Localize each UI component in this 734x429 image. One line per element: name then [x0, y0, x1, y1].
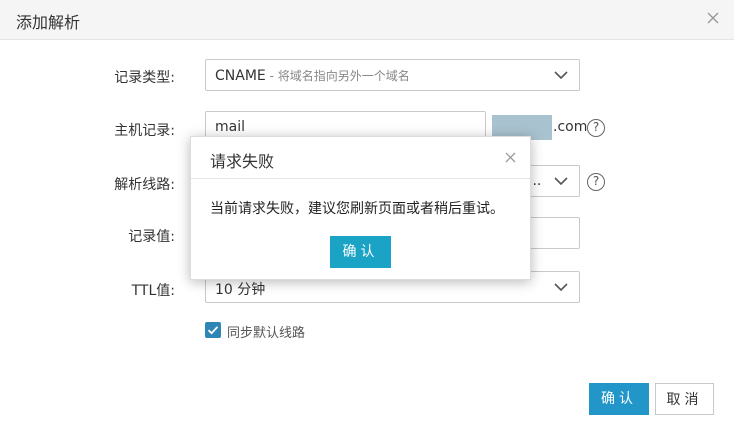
- cancel-button[interactable]: 取消: [655, 383, 714, 415]
- close-icon[interactable]: [505, 152, 516, 163]
- ttl-label: TTL值:: [131, 283, 175, 299]
- close-icon[interactable]: [706, 11, 720, 25]
- record-type-value: CNAME: [215, 68, 266, 84]
- modal-title: 请求失败: [210, 152, 275, 171]
- record-type-hint: - 将域名指向另外一个域名: [265, 69, 410, 83]
- record-value-label: 记录值:: [128, 229, 175, 245]
- modal-confirm-button[interactable]: 确认: [330, 236, 391, 268]
- chevron-down-icon: [554, 283, 568, 292]
- modal-message: 当前请求失败，建议您刷新页面或者稍后重试。: [210, 201, 504, 217]
- line-help-icon[interactable]: ?: [587, 173, 605, 191]
- line-label: 解析线路:: [114, 177, 175, 193]
- dialog-title: 添加解析: [16, 13, 81, 32]
- record-type-label: 记录类型:: [114, 70, 175, 86]
- modal-header: 请求失败: [191, 137, 530, 179]
- sync-default-line-label: 同步默认线路: [227, 326, 306, 341]
- host-value: mail: [215, 119, 245, 135]
- sync-default-line-checkbox[interactable]: [205, 322, 221, 338]
- request-failed-modal: 请求失败 当前请求失败，建议您刷新页面或者稍后重试。 确认: [190, 136, 531, 280]
- ttl-value: 10 分钟: [215, 282, 266, 298]
- domain-suffix: .com: [553, 119, 588, 135]
- chevron-down-icon: [554, 71, 568, 80]
- host-help-icon[interactable]: ?: [587, 119, 605, 137]
- record-type-select[interactable]: CNAME - 将域名指向另外一个域名: [205, 59, 580, 91]
- chevron-down-icon: [554, 177, 568, 186]
- dialog-header: 添加解析: [0, 0, 734, 40]
- confirm-button[interactable]: 确认: [589, 383, 649, 415]
- host-label: 主机记录:: [114, 123, 175, 139]
- check-icon: [207, 326, 219, 335]
